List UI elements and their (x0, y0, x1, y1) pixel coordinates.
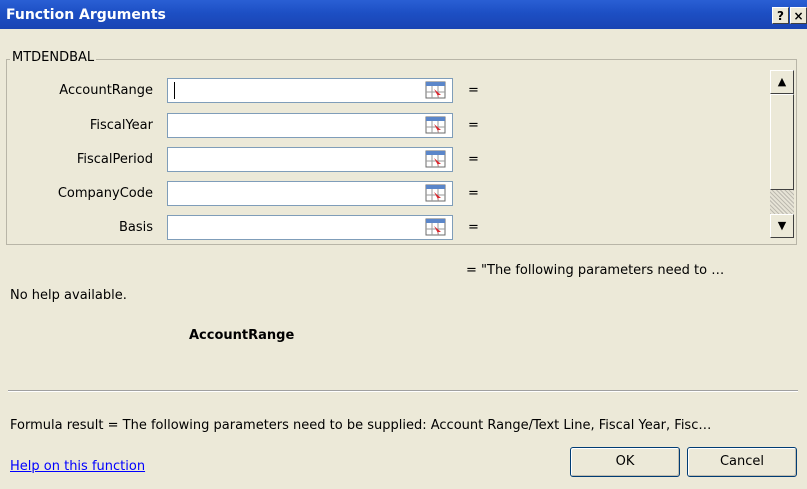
cancel-button[interactable]: Cancel (687, 447, 797, 477)
help-icon[interactable]: ? (772, 7, 789, 24)
arg-label-accountrange: AccountRange (59, 83, 153, 98)
function-name: MTDENDBAL (10, 50, 97, 65)
scroll-down-arrow-icon[interactable]: ▼ (770, 214, 794, 238)
arg-label-fiscalyear: FiscalYear (89, 118, 153, 133)
help-on-function-link[interactable]: Help on this function (10, 459, 145, 474)
range-selector-icon[interactable] (425, 217, 447, 237)
scrollbar-track[interactable] (770, 190, 794, 214)
range-selector-icon[interactable] (425, 115, 447, 135)
dialog-title: Function Arguments (6, 7, 166, 23)
arg-label-fiscalperiod: FiscalPeriod (76, 152, 153, 167)
arg-result-basis: = (468, 220, 479, 235)
companycode-input[interactable] (167, 181, 453, 206)
formula-result: Formula result = The following parameter… (10, 418, 712, 433)
arg-label-companycode: CompanyCode (57, 186, 153, 201)
help-text: No help available. (10, 288, 127, 303)
fiscalperiod-input[interactable] (167, 147, 453, 172)
arguments-scrollbar[interactable]: ▲ ▼ (770, 70, 794, 238)
range-selector-icon[interactable] (425, 149, 447, 169)
arg-result-fiscalyear: = (468, 118, 479, 133)
arg-result-accountrange: = (468, 83, 479, 98)
range-selector-icon[interactable] (425, 183, 447, 203)
arg-label-basis: Basis (118, 220, 153, 235)
title-bar[interactable]: Function Arguments ? × (0, 0, 807, 29)
arg-result-companycode: = (468, 186, 479, 201)
current-argument-name: AccountRange (189, 328, 295, 343)
range-selector-icon[interactable] (425, 80, 447, 100)
text-caret (174, 82, 175, 99)
fiscalyear-input[interactable] (167, 113, 453, 138)
accountrange-input[interactable] (167, 78, 453, 103)
result-preview: = "The following parameters need to … (466, 263, 725, 278)
arg-result-fiscalperiod: = (468, 152, 479, 167)
basis-input[interactable] (167, 215, 453, 240)
divider (8, 390, 798, 392)
close-icon[interactable]: × (790, 7, 807, 24)
scroll-up-arrow-icon[interactable]: ▲ (770, 70, 794, 94)
scrollbar-thumb[interactable] (770, 94, 794, 190)
ok-button[interactable]: OK (570, 447, 680, 477)
